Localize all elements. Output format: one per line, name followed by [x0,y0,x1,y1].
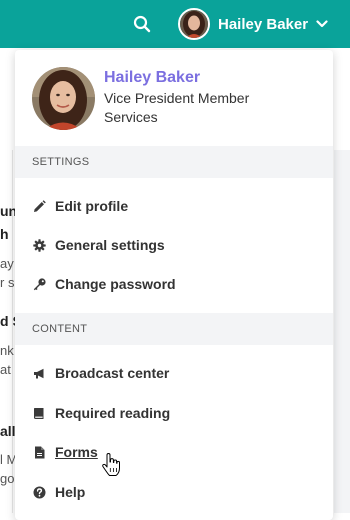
menu-item-label: Broadcast center [55,365,170,381]
menu-item-label: Help [55,484,86,500]
page-text: goo [0,471,16,486]
question-circle-icon [32,485,46,499]
menu-item-broadcast-center[interactable]: Broadcast center [15,355,333,391]
chevron-down-icon [316,20,328,28]
page-text: r s [0,275,15,290]
user-name: Hailey Baker [218,15,309,33]
profile-name[interactable]: Hailey Baker [104,69,200,87]
page-text: ay [0,256,14,271]
page-text: un [0,203,16,219]
search-icon [133,15,151,33]
page-text: all [0,423,16,439]
gear-icon [32,238,46,252]
key-icon [32,277,46,291]
menu-item-label: Forms [55,444,98,460]
page-text: h [0,226,9,242]
page-text: d S [0,313,16,329]
menu-item-label: Change password [55,276,176,292]
menu-item-general-settings[interactable]: General settings [15,227,333,263]
top-bar: Hailey Baker [0,0,350,48]
document-icon [32,445,46,459]
profile-summary: Hailey Baker Vice President Member Servi… [15,50,333,146]
book-icon [32,406,46,420]
page-text: l M [0,452,16,467]
megaphone-icon [32,366,46,380]
menu-item-required-reading[interactable]: Required reading [15,395,333,431]
page-content-right [334,150,350,513]
hand-cursor-icon [102,453,120,476]
profile-avatar [32,67,95,130]
pencil-icon [32,199,46,213]
page-text: nk [0,343,14,358]
menu-item-label: General settings [55,237,165,253]
avatar [178,8,210,40]
menu-item-label: Required reading [55,405,171,421]
profile-job-title: Vice President Member Services [104,90,250,125]
menu-item-label: Edit profile [55,198,129,214]
menu-item-change-password[interactable]: Change password [15,266,333,302]
page-text: at [0,362,11,377]
section-header-settings: SETTINGS [15,146,333,178]
menu-item-forms[interactable]: Forms [15,434,333,470]
menu-item-help[interactable]: Help [15,474,333,510]
menu-item-edit-profile[interactable]: Edit profile [15,188,333,224]
section-header-content: CONTENT [15,313,333,345]
user-dropdown-menu: Hailey Baker Vice President Member Servi… [15,50,333,520]
search-button[interactable] [130,12,154,36]
user-menu-trigger[interactable]: Hailey Baker [178,8,328,40]
